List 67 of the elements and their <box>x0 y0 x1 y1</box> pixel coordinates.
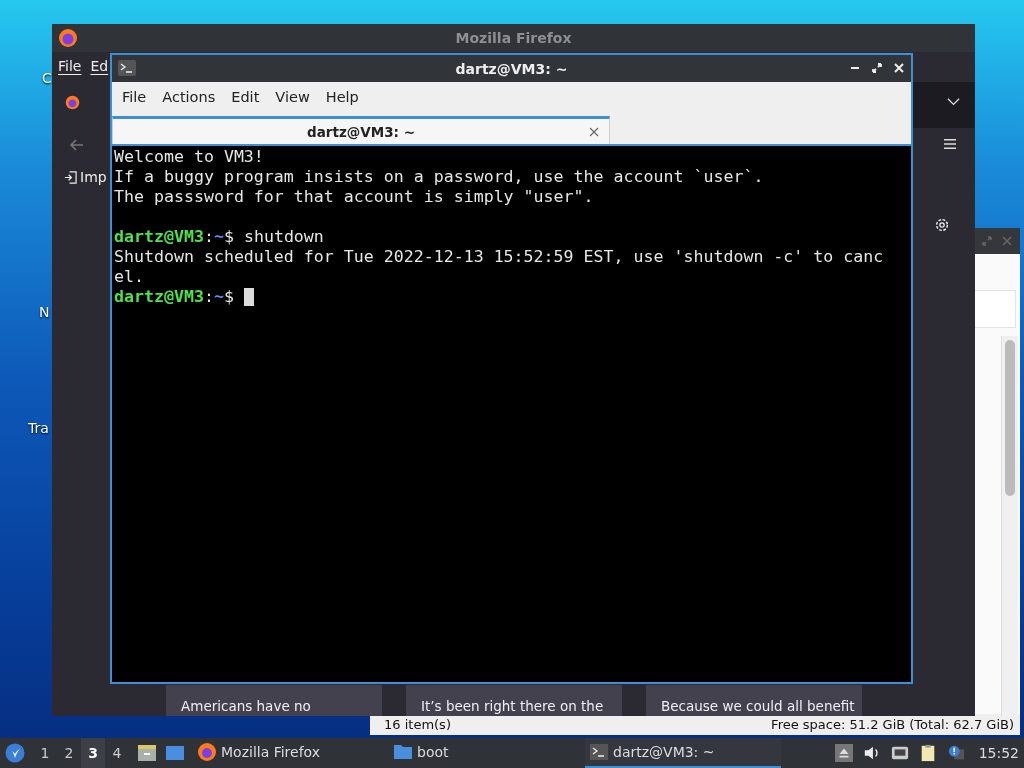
start-menu-icon[interactable] <box>5 743 25 763</box>
free-space-text: Free space: 51.2 GiB (Total: 62.7 GiB) <box>771 717 1014 732</box>
menu-item[interactable]: Edit <box>223 89 268 105</box>
article-snippet: It’s been right there on the <box>421 698 604 714</box>
window-title: Mozilla Firefox <box>455 30 572 46</box>
article-card[interactable]: It’s been right there on the <box>406 685 622 716</box>
workspace-button[interactable]: 2 <box>57 738 81 768</box>
volume-icon[interactable] <box>862 744 881 762</box>
menu-item[interactable]: View <box>267 89 318 105</box>
prompt-separator: : <box>203 227 214 247</box>
menu-item[interactable]: Help <box>317 89 367 105</box>
desktop-icon[interactable] <box>165 743 185 763</box>
prompt-sign: $ <box>223 287 234 307</box>
prompt-path: ~ <box>213 227 224 247</box>
eject-icon[interactable] <box>834 744 853 762</box>
menu-item[interactable]: Actions <box>154 89 224 105</box>
tab-strip <box>912 82 975 128</box>
menu-item[interactable]: Ed <box>90 58 109 74</box>
output-line: The passsword for that account is simply "user". <box>114 187 594 207</box>
network-icon[interactable] <box>890 744 909 762</box>
article-card[interactable]: Americans have no <box>166 685 382 716</box>
prompt-user: dartz@VM3 <box>114 227 204 247</box>
prompt-user: dartz@VM3 <box>114 287 204 307</box>
terminal-icon <box>118 60 136 76</box>
output-line: If a buggy program insists on a password, use the account `user`. <box>114 167 764 187</box>
chevron-down-icon[interactable] <box>947 98 960 106</box>
command-text: shutdown <box>243 227 324 247</box>
menu-item[interactable]: File <box>58 58 82 74</box>
prompt-separator: : <box>203 287 214 307</box>
task-button[interactable]: boot <box>389 738 585 768</box>
prompt-path: ~ <box>213 287 224 307</box>
file-cabinet-icon[interactable] <box>137 743 157 763</box>
item-count: 16 item(s) <box>384 717 451 732</box>
path-field[interactable] <box>974 290 1016 328</box>
browser-logo-icon[interactable] <box>64 94 81 111</box>
scroll-thumb[interactable] <box>1005 340 1015 496</box>
prompt-sign: $ <box>223 227 234 247</box>
desktop-icon-label[interactable]: N <box>39 304 50 320</box>
output-line: el. <box>114 267 144 287</box>
window-title: dartz@VM3: ~ <box>455 60 568 77</box>
browser-logo-icon <box>58 28 78 48</box>
import-button[interactable]: Imp <box>64 169 107 185</box>
terminal-tab[interactable]: dartz@VM3: ~ <box>112 116 610 144</box>
settings-icon[interactable] <box>933 216 951 234</box>
workspace-button[interactable]: 4 <box>105 738 129 768</box>
notification-icon[interactable] <box>946 744 965 762</box>
back-arrow-icon[interactable] <box>69 137 85 153</box>
output-line: Welcome to VM3! <box>114 147 264 167</box>
output-line: Shutdown scheduled for Tue 2022-12-13 15:52:59 EST, use 'shutdown -c' to canc <box>114 247 884 267</box>
browser-logo-icon <box>197 742 217 762</box>
scrollbar[interactable] <box>1001 336 1018 716</box>
article-snippet: Because we could all benefit <box>661 698 855 714</box>
desktop-icon-label[interactable]: Tra <box>28 420 49 436</box>
workspace-button[interactable]: 3 <box>81 738 105 768</box>
task-button[interactable]: Mozilla Firefox <box>193 738 389 768</box>
close-icon[interactable] <box>589 127 599 137</box>
menu-icon[interactable] <box>943 138 957 150</box>
import-icon <box>64 170 77 184</box>
tab-label: dartz@VM3: ~ <box>307 123 415 140</box>
clock[interactable]: 15:52 <box>978 745 1019 761</box>
workspace-button[interactable]: 1 <box>33 738 57 768</box>
article-card[interactable]: Because we could all benefit <box>646 685 862 716</box>
article-snippet: Americans have no <box>181 698 311 714</box>
task-button[interactable]: dartz@VM3: ~ <box>585 738 781 768</box>
folder-icon <box>393 742 413 762</box>
menu-item[interactable]: File <box>114 89 155 105</box>
terminal-icon <box>589 742 609 762</box>
